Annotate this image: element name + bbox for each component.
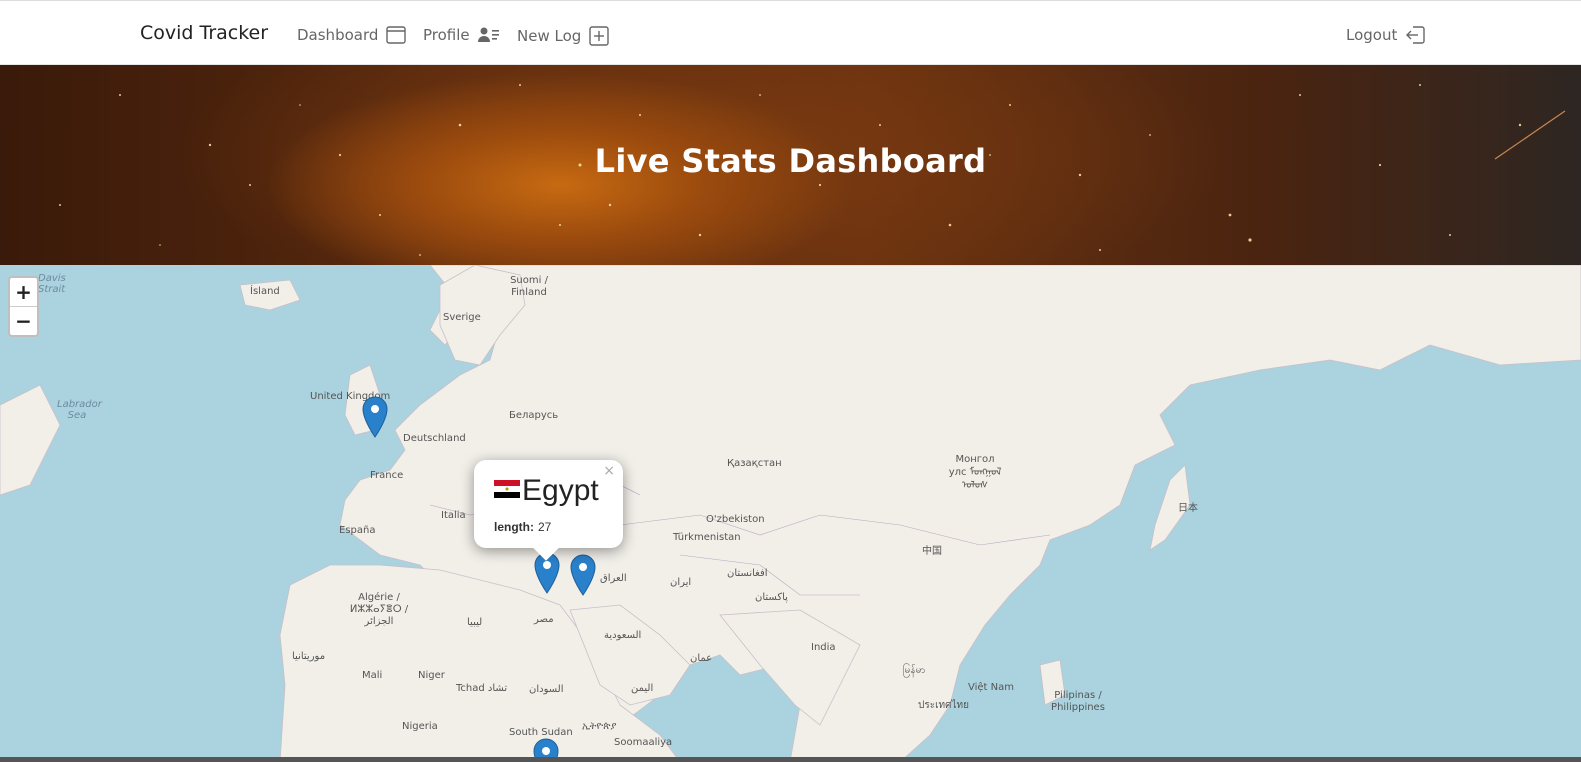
map-label: Беларусь <box>509 410 559 421</box>
map-label: Davis Strait <box>38 273 66 295</box>
map-label: Türkmenistan <box>673 532 741 543</box>
egypt-flag-icon <box>494 478 520 504</box>
nav-dashboard[interactable]: Dashboard <box>297 26 407 44</box>
map-label: O'zbekiston <box>706 514 765 525</box>
page-title: Live Stats Dashboard <box>594 142 987 180</box>
map-label: España <box>339 525 376 536</box>
map-label: Ísland <box>250 286 280 297</box>
map-label: Tchad تشاد <box>456 683 508 694</box>
map-label: Қазақстан <box>727 458 782 469</box>
map-label: ليبيا <box>467 617 483 628</box>
map-label: پاکستان <box>755 592 788 603</box>
map-label: Soomaaliya <box>614 737 673 748</box>
map-label: عمان <box>690 653 713 664</box>
zoom-in-button[interactable]: + <box>10 278 37 307</box>
popup-country-name: Egypt <box>522 474 599 507</box>
nav-profile[interactable]: Profile <box>423 26 500 44</box>
nav-profile-label: Profile <box>423 26 470 44</box>
map-label: موريتانيا <box>292 651 326 662</box>
map-label: Italia <box>441 510 466 521</box>
map-landmass <box>0 265 1581 762</box>
map-marker-middle-east[interactable] <box>570 554 596 600</box>
map-label: Suomi / Finland <box>510 275 548 298</box>
map-label: Sverige <box>443 312 481 323</box>
logout-icon <box>1405 26 1426 44</box>
map-label: မြန်မာ <box>903 665 926 676</box>
map-label: Nigeria <box>402 721 438 732</box>
nav-logout[interactable]: Logout <box>1346 26 1426 44</box>
map-label: Algérie / ⵍⵣⵣⴰⵢⴻⵔ / الجزائر <box>349 592 409 627</box>
map-label: Labrador Sea <box>57 399 102 421</box>
popup-field-label: length: <box>494 520 534 534</box>
map-pin-icon <box>570 554 596 596</box>
user-list-icon <box>477 27 500 43</box>
nav-dashboard-label: Dashboard <box>297 26 379 44</box>
map-label: ایران <box>670 577 692 588</box>
map-label: 日本 <box>1178 503 1198 514</box>
map-label: Mali <box>362 670 383 681</box>
map-label: افغانستان <box>727 568 768 579</box>
map-label: مصر <box>534 614 554 625</box>
map-label: السعودية <box>604 630 642 641</box>
map-label: 中国 <box>922 546 942 557</box>
map-label: Монгол улс ᠮᠤᠩᠭᠣᠯ ᠤᠯᠤᠰ <box>948 454 1002 491</box>
bottom-scrollbar[interactable] <box>0 757 1581 762</box>
popup-close-button[interactable]: × <box>603 463 615 479</box>
nav-logout-label: Logout <box>1346 26 1398 44</box>
map-label: العراق <box>600 573 627 584</box>
zoom-out-button[interactable]: − <box>10 307 37 335</box>
hero-banner: Live Stats Dashboard <box>0 65 1581 265</box>
map-marker-uk[interactable] <box>362 396 388 442</box>
zoom-control: + − <box>8 276 39 337</box>
map-label: South Sudan <box>509 727 573 738</box>
map-label: السودان <box>529 684 564 695</box>
map-label: ประเทศไทย <box>918 700 969 711</box>
map-label: Pilipinas / Philippines <box>1051 690 1105 713</box>
world-map[interactable]: Ísland Suomi / Finland Sverige United Ki… <box>0 265 1581 762</box>
map-label: Việt Nam <box>968 682 1015 693</box>
map-popup: × Egypt length: 27 <box>474 460 623 561</box>
plus-square-icon <box>589 26 609 46</box>
nav-new-log-label: New Log <box>517 27 582 45</box>
navbar: Covid Tracker Dashboard Profile New Log … <box>0 0 1581 65</box>
map-label: ኢትዮጵያ <box>582 721 617 732</box>
popup-field-value: 27 <box>538 520 552 534</box>
map-label: Deutschland <box>403 433 466 444</box>
map-label: اليمن <box>631 683 654 694</box>
popup-title: Egypt <box>494 474 599 508</box>
popup-field: length: 27 <box>494 520 551 534</box>
brand-link[interactable]: Covid Tracker <box>140 22 268 44</box>
map-label: Niger <box>418 670 445 681</box>
map-label: France <box>370 470 404 481</box>
nav-new-log[interactable]: New Log <box>517 26 609 46</box>
map-pin-icon <box>362 396 388 438</box>
window-icon <box>386 26 407 44</box>
map-label: India <box>811 642 836 653</box>
